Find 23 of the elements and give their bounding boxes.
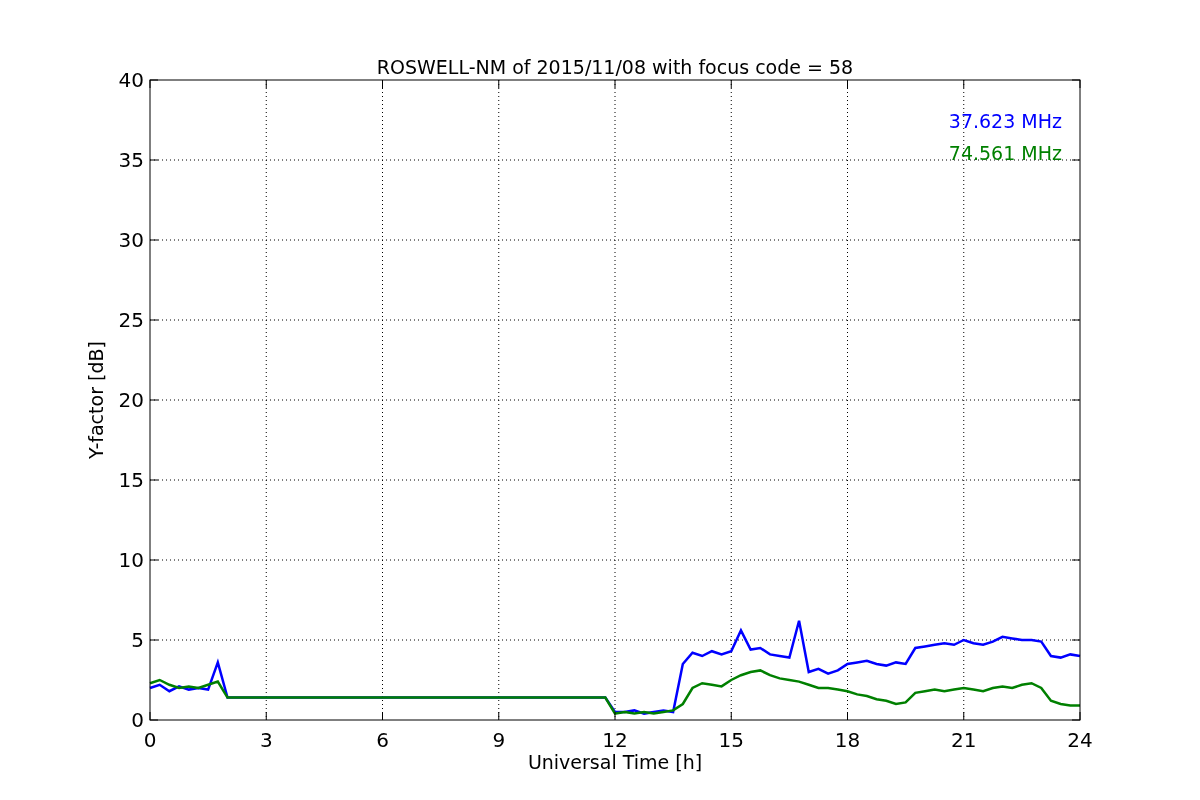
tick-label: 24 [1067, 728, 1093, 752]
tick-label: 20 [118, 388, 144, 412]
tick-label: 3 [259, 728, 273, 752]
tick-label: 10 [118, 548, 144, 572]
tick-label: 25 [118, 308, 144, 332]
tick-label: 5 [131, 628, 144, 652]
y-axis-label: Y-factor [dB] [85, 341, 107, 459]
legend-label: 37.623 MHz [948, 110, 1062, 132]
chart-title: ROSWELL-NM of 2015/11/08 with focus code = 58 [376, 56, 854, 78]
tick-label: 15 [118, 468, 144, 492]
x-axis-label: Universal Time [h] [527, 751, 703, 773]
tick-label: 0 [143, 728, 157, 752]
tick-label: 9 [492, 728, 506, 752]
tick-label: 12 [602, 728, 628, 752]
tick-label: 0 [131, 708, 144, 732]
tick-label: 6 [376, 728, 389, 752]
tick-label: 21 [951, 728, 977, 752]
legend-label: 74.561 MHz [948, 142, 1062, 164]
tick-label: 18 [834, 728, 861, 752]
tick-label: 40 [118, 68, 144, 92]
tick-label: 30 [118, 228, 144, 252]
tick-label: 35 [118, 148, 144, 172]
tick-label: 15 [718, 728, 744, 752]
